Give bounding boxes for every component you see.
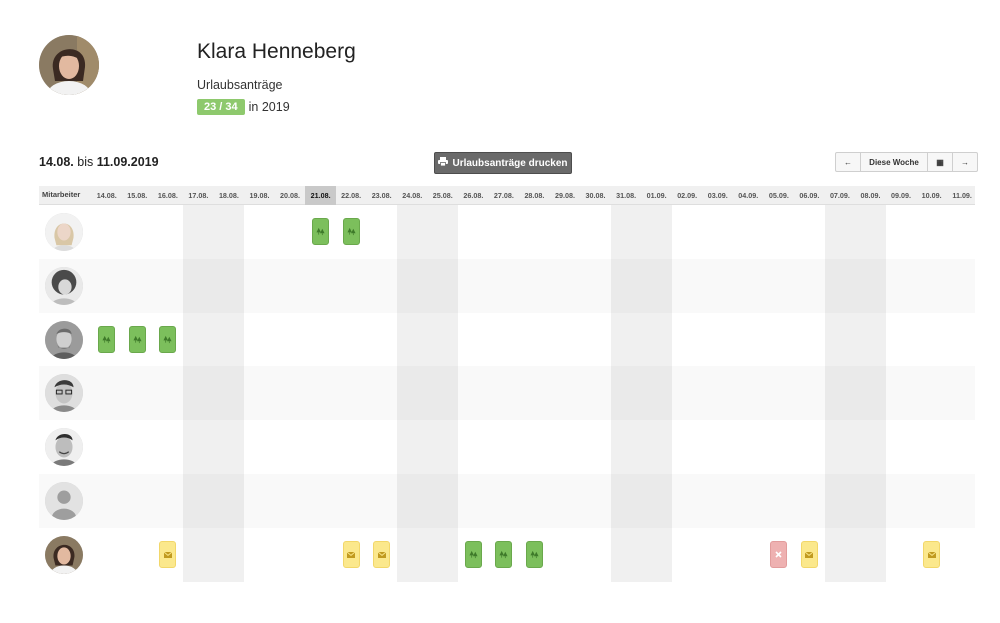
- next-week-button[interactable]: →: [953, 153, 977, 171]
- close-icon: [775, 551, 782, 558]
- avatar-glasses-man[interactable]: [45, 374, 83, 413]
- vacation-request-approved[interactable]: [128, 325, 146, 353]
- range-to: 11.09.2019: [96, 155, 159, 169]
- day-header: 01.09.: [646, 191, 667, 200]
- day-header: 22.08.: [341, 191, 362, 200]
- envelope-icon: [927, 551, 936, 558]
- day-header: 18.08.: [218, 191, 239, 200]
- day-header: 25.08.: [432, 191, 453, 200]
- calendar-header: Mitarbeiter 14.08. 15.08. 16.08. 17.08. 18.0…: [39, 186, 975, 205]
- day-header: 19.08.: [249, 191, 270, 200]
- arrow-right-icon: →: [961, 157, 969, 167]
- avatar-klara[interactable]: [45, 535, 83, 574]
- range-separator: bis: [77, 155, 94, 169]
- tree-icon: [469, 551, 478, 559]
- vacation-request-approved[interactable]: [525, 541, 543, 569]
- employee-row: [39, 366, 975, 420]
- day-header: 06.09.: [799, 191, 820, 200]
- day-header: 11.09.: [952, 191, 972, 200]
- day-header: 05.09.: [768, 191, 789, 200]
- employee-row: [39, 259, 975, 313]
- day-header: 02.09.: [677, 191, 698, 200]
- employee-row: [39, 474, 975, 528]
- week-navigation: ← Diese Woche ▦ →: [835, 152, 978, 172]
- this-week-button[interactable]: Diese Woche: [861, 153, 928, 171]
- day-header: 03.09.: [707, 191, 728, 200]
- day-header: 21.08.: [305, 186, 336, 205]
- day-header: 28.08.: [524, 191, 545, 200]
- vacation-request-approved[interactable]: [98, 325, 116, 353]
- day-header: 29.08.: [555, 191, 575, 200]
- day-header: 14.08.: [96, 191, 117, 200]
- day-header: 09.09.: [891, 191, 912, 200]
- day-header: 17.08.: [188, 191, 209, 200]
- tree-icon: [163, 335, 172, 344]
- tree-icon: [347, 228, 356, 236]
- employee-row: [39, 313, 975, 367]
- profile-subtitle: Urlaubsanträge: [197, 78, 283, 92]
- vacation-request-approved[interactable]: [464, 541, 482, 569]
- count-suffix: in 2019: [248, 100, 290, 114]
- tree-icon: [102, 335, 111, 344]
- profile-count: 23 / 34 in 2019: [197, 99, 290, 115]
- avatar-placeholder[interactable]: [45, 482, 83, 520]
- day-header: 26.08.: [463, 191, 484, 200]
- tree-icon: [316, 228, 325, 236]
- vacation-request-pending[interactable]: [373, 541, 391, 569]
- count-badge: 23 / 34: [197, 99, 245, 115]
- vacation-request-approved[interactable]: [495, 541, 513, 569]
- date-range: 14.08. bis 11.09.2019: [39, 155, 159, 169]
- avatar-blonde-woman[interactable]: [45, 213, 83, 251]
- day-header: 04.09.: [738, 191, 759, 200]
- vacation-request-rejected[interactable]: [770, 541, 788, 569]
- calendar-icon: ▦: [936, 157, 944, 167]
- vacation-request-pending[interactable]: [342, 541, 360, 569]
- employee-row: [39, 528, 975, 582]
- envelope-icon: [347, 551, 356, 558]
- print-label: Urlaubsanträge drucken: [452, 157, 568, 169]
- printer-icon: [438, 157, 449, 169]
- profile-name: Klara Henneberg: [197, 40, 356, 63]
- employee-row: [39, 205, 975, 259]
- day-header: 16.08.: [157, 191, 178, 200]
- day-header: 10.09.: [921, 191, 942, 200]
- vacation-request-approved[interactable]: [312, 218, 330, 246]
- calendar-button[interactable]: ▦: [928, 153, 953, 171]
- day-header: 30.08.: [585, 191, 606, 200]
- avatar-curly-woman[interactable]: [45, 266, 83, 305]
- envelope-icon: [377, 551, 386, 558]
- prev-week-button[interactable]: ←: [836, 153, 861, 171]
- tree-icon: [499, 551, 508, 559]
- avatar-bearded-man[interactable]: [45, 320, 83, 359]
- day-header: 07.09.: [829, 191, 850, 200]
- day-header: 08.09.: [860, 191, 881, 200]
- vacation-request-pending[interactable]: [800, 541, 818, 569]
- employee-row: [39, 420, 975, 474]
- envelope-icon: [163, 551, 172, 558]
- print-button[interactable]: Urlaubsanträge drucken: [434, 152, 572, 174]
- tree-icon: [530, 551, 539, 559]
- day-header: 23.08.: [371, 191, 392, 200]
- range-from: 14.08.: [39, 155, 74, 169]
- day-header: 24.08.: [402, 191, 423, 200]
- vacation-request-pending[interactable]: [159, 541, 177, 569]
- employee-column-header: Mitarbeiter: [42, 190, 81, 199]
- tree-icon: [133, 335, 142, 344]
- day-header: 27.08.: [493, 191, 514, 200]
- vacation-request-pending[interactable]: [923, 541, 941, 569]
- day-header: 15.08.: [127, 191, 148, 200]
- day-header: 31.08.: [616, 191, 637, 200]
- envelope-icon: [805, 551, 814, 558]
- day-header: 20.08.: [280, 191, 301, 200]
- profile-avatar: [39, 35, 99, 95]
- vacation-request-approved[interactable]: [159, 325, 177, 353]
- avatar-smiling-man[interactable]: [45, 428, 83, 467]
- vacation-calendar: Mitarbeiter 14.08. 15.08. 16.08. 17.08. 18.0…: [39, 186, 975, 582]
- vacation-request-approved[interactable]: [342, 218, 360, 246]
- arrow-left-icon: ←: [844, 157, 852, 167]
